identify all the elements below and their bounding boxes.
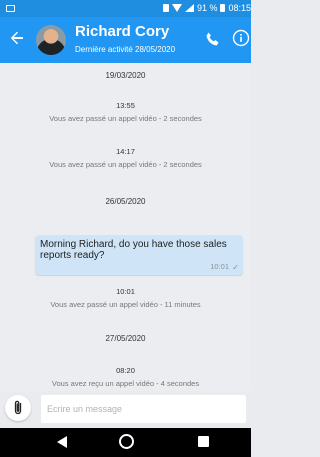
- image-notification-icon: [6, 5, 15, 12]
- nav-recents-icon[interactable]: [198, 436, 209, 447]
- date-separator: 27/05/2020: [105, 334, 146, 343]
- chat-header: Richard Cory Dernière activité 28/05/202…: [0, 17, 251, 63]
- message-time: 13:55: [116, 101, 135, 110]
- clock: 08:15: [228, 3, 251, 13]
- phone-icon[interactable]: [204, 30, 222, 48]
- message-text: Morning Richard, do you have those sales…: [40, 239, 227, 261]
- wifi-icon: [171, 4, 182, 12]
- system-message: Vous avez passé un appel vidéo - 11 minu…: [50, 300, 201, 309]
- battery-percent: 91 %: [196, 3, 218, 13]
- message-timestamp: 10:01: [210, 262, 229, 271]
- battery-icon: [220, 4, 226, 12]
- status-indicators: 91 % 08:15: [162, 3, 251, 13]
- signal-icon: [184, 4, 194, 12]
- system-message: Vous avez passé un appel vidéo - 2 secon…: [49, 160, 202, 169]
- status-bar: 91 % 08:15: [0, 0, 251, 17]
- sent-message-bubble[interactable]: Morning Richard, do you have those sales…: [35, 235, 243, 275]
- system-message: Vous avez reçu un appel vidéo - 4 second…: [51, 379, 200, 388]
- contact-name[interactable]: Richard Cory: [75, 23, 169, 40]
- message-time: 08:20: [116, 366, 135, 375]
- nav-back-icon[interactable]: [57, 436, 67, 448]
- vibrate-icon: [162, 4, 169, 12]
- sent-check-icon: ✓: [232, 263, 239, 272]
- info-icon[interactable]: [232, 29, 250, 47]
- message-time: 14:17: [116, 147, 135, 156]
- last-activity: Dernière activité 28/05/2020: [75, 45, 176, 54]
- message-input[interactable]: Ecrire un message: [41, 395, 246, 423]
- message-input-placeholder: Ecrire un message: [47, 404, 123, 414]
- date-separator: 19/03/2020: [105, 71, 146, 80]
- avatar[interactable]: [36, 25, 66, 55]
- message-composer: Ecrire un message: [0, 391, 251, 428]
- system-nav-bar: [0, 428, 251, 457]
- back-arrow-icon[interactable]: [8, 29, 26, 47]
- message-list[interactable]: 19/03/2020 13:55 Vous avez passé un appe…: [0, 63, 251, 391]
- message-time: 10:01: [116, 287, 135, 296]
- date-separator: 26/05/2020: [105, 197, 146, 206]
- nav-home-icon[interactable]: [119, 434, 134, 449]
- attach-button[interactable]: [5, 395, 31, 421]
- system-message: Vous avez passé un appel vidéo - 2 secon…: [49, 114, 202, 123]
- paperclip-icon: [10, 399, 26, 417]
